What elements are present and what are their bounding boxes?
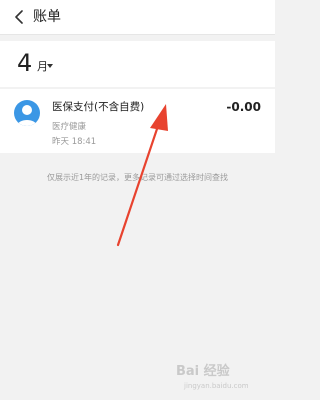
back-button[interactable] (10, 8, 28, 26)
record-amount: -0.00 (226, 100, 261, 114)
person-avatar-icon (14, 100, 40, 126)
record-title: 医保支付(不含自费) (52, 101, 145, 113)
baidu-watermark-url: jingyan.baidu.com (184, 382, 249, 390)
bill-record-item[interactable]: 医保支付(不含自费) 医疗健康 昨天 18:41 -0.00 (0, 89, 275, 153)
record-category: 医疗健康 (52, 122, 87, 132)
top-navigation-bar: 账单 (0, 0, 275, 35)
history-notice: 仅展示近1年的记录，更多记录可通过选择时间查找 (46, 173, 229, 182)
page-title: 账单 (33, 9, 61, 25)
month-number: 4 (17, 49, 33, 77)
chevron-left-icon (15, 10, 23, 24)
record-time: 昨天 18:41 (52, 137, 97, 147)
caret-down-icon (47, 64, 53, 68)
baidu-watermark: Bai 经验 (176, 364, 230, 379)
month-selector[interactable]: 4 月 (0, 41, 275, 87)
